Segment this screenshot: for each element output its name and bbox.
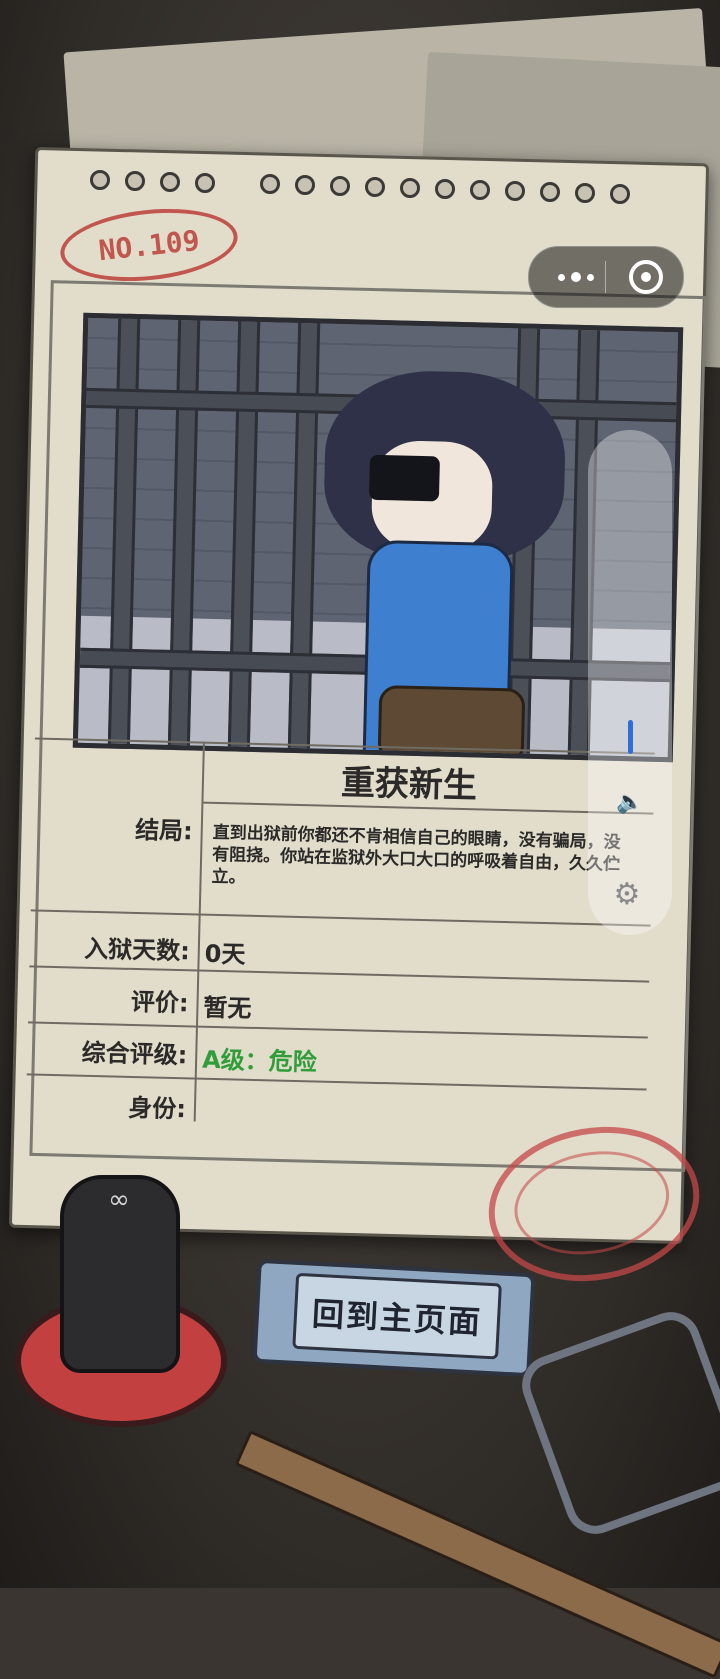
rubber-stamp: ∞	[60, 1175, 180, 1373]
evaluation-value: 暂无	[203, 993, 252, 1023]
floating-side-panel[interactable]: 🔈 ⚙	[588, 430, 672, 935]
record-table: 结局: 重获新生 直到出狱前你都还不肯相信自己的眼睛，没有骗局，没有阻挠。你站在…	[25, 737, 655, 1152]
ending-title: 重获新生	[340, 762, 478, 807]
record-number: NO.109	[96, 223, 202, 267]
infinity-icon: ∞	[108, 1185, 130, 1215]
evaluation-label: 评价:	[130, 987, 189, 1018]
character-eye-mask	[368, 454, 440, 502]
close-icon[interactable]	[629, 260, 663, 294]
paper-holes	[75, 168, 675, 204]
more-icon[interactable]	[551, 264, 601, 290]
mini-program-capsule	[528, 246, 684, 308]
gear-icon[interactable]: ⚙	[610, 878, 644, 912]
scroll-indicator	[628, 720, 633, 754]
home-button-label: 回到主页面	[292, 1272, 502, 1360]
days-label: 入狱天数:	[83, 934, 191, 966]
identity-label: 身份:	[128, 1093, 187, 1124]
days-value: 0天	[204, 939, 246, 969]
ending-label: 结局:	[134, 815, 194, 846]
home-button[interactable]: 回到主页面	[252, 1258, 536, 1378]
overall-grade-value: A级：危险	[201, 1045, 318, 1077]
ending-description: 直到出狱前你都还不肯相信自己的眼睛，没有骗局，没有阻挠。你站在监狱外大口大口的呼…	[211, 822, 621, 888]
overall-grade-label: 综合评级:	[81, 1038, 188, 1070]
speaker-icon[interactable]: 🔈	[616, 792, 643, 814]
